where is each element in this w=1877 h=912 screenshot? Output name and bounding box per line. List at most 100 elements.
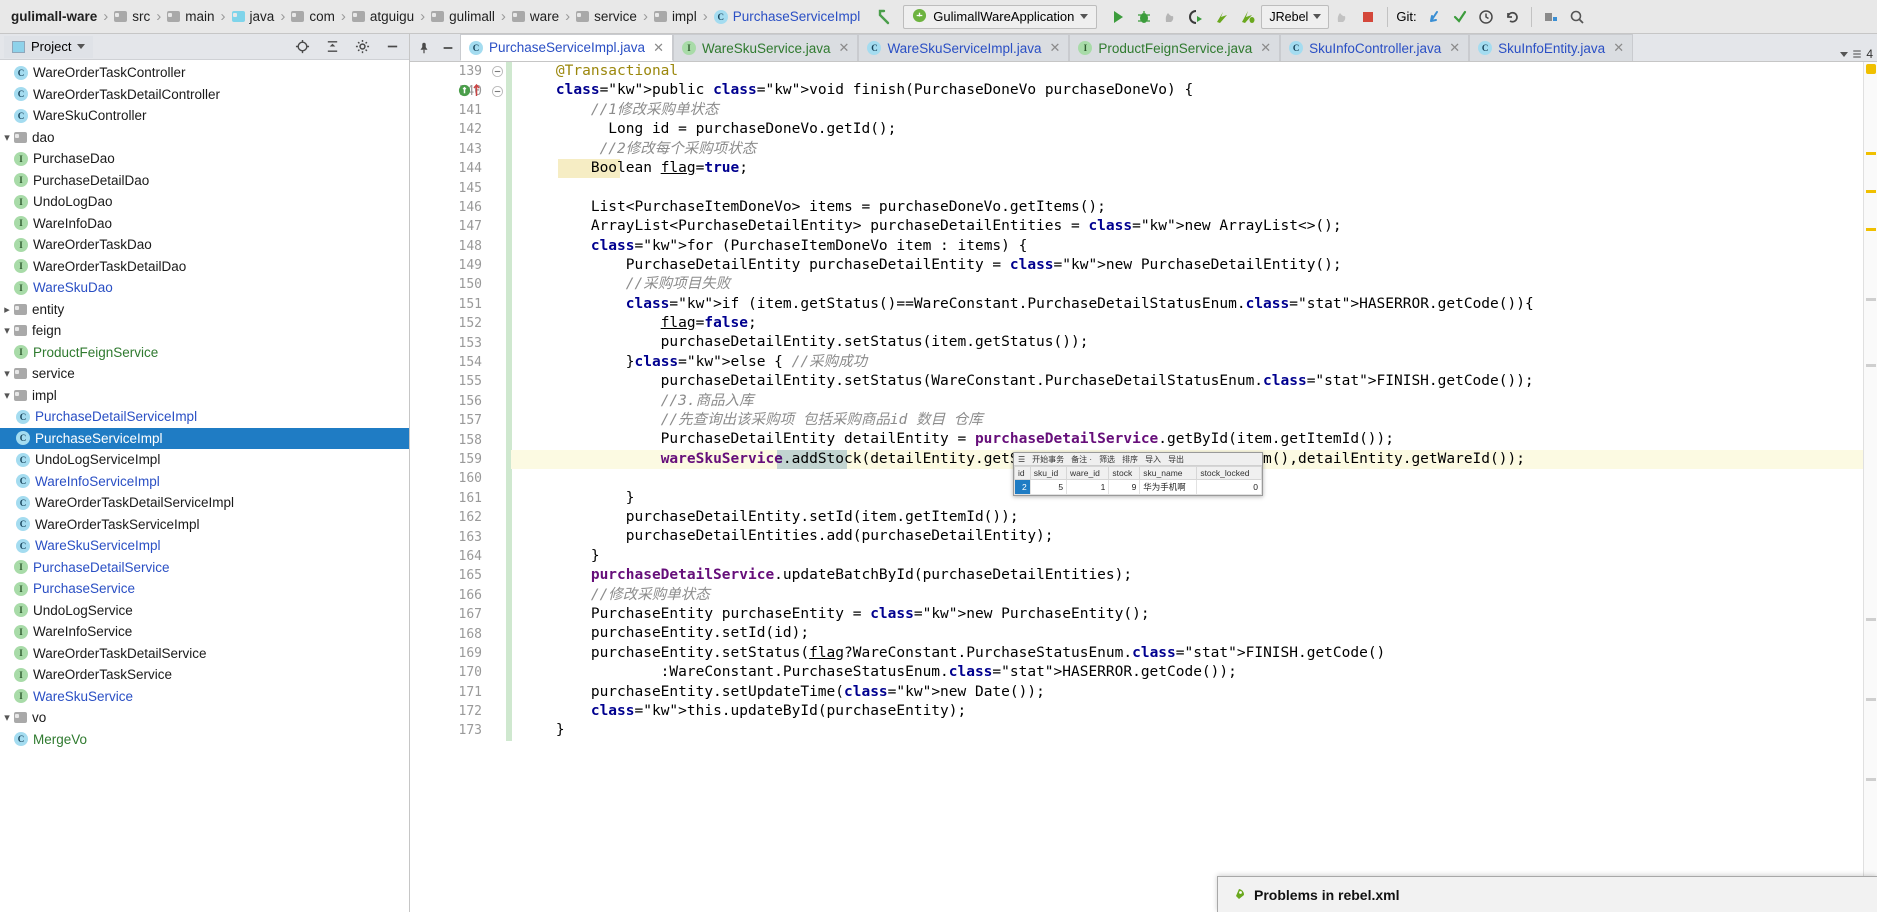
navigate-back-icon[interactable]	[871, 5, 897, 29]
project-view-tab[interactable]: Project	[4, 35, 94, 58]
code-line[interactable]: purchaseDetailService.updateBatchById(pu…	[511, 566, 1863, 585]
code-line[interactable]	[511, 178, 1863, 197]
tree-item[interactable]: C WareSkuServiceImpl	[0, 535, 409, 557]
project-tree[interactable]: C WareOrderTaskController C WareOrderTaskDe…	[0, 60, 409, 912]
breadcrumb-item-java[interactable]: java	[227, 4, 280, 30]
breadcrumb-item-ware[interactable]: ware	[507, 4, 564, 30]
line-number[interactable]: 166	[410, 586, 488, 605]
code-line[interactable]: //采购项目失败	[511, 275, 1863, 294]
tree-item[interactable]: I UndoLogService	[0, 600, 409, 622]
pin-tab-button[interactable]	[412, 35, 436, 61]
code-line[interactable]: PurchaseEntity purchaseEntity = class="k…	[511, 605, 1863, 624]
project-structure-button[interactable]	[1538, 5, 1564, 29]
gutter-marker-group[interactable]	[458, 83, 481, 100]
tree-item[interactable]: I WareInfoService	[0, 621, 409, 643]
code-line[interactable]: purchaseDetailEntity.setId(item.getItemI…	[511, 508, 1863, 527]
tree-item-selected[interactable]: C PurchaseServiceImpl	[0, 427, 409, 449]
line-number[interactable]: 167	[410, 605, 488, 624]
database-result-popup[interactable]: ☰ 开始事务 备注 · 筛选 排序 导入 导出 id sku_id ware_id s…	[1013, 452, 1263, 496]
tree-item[interactable]: C UndoLogServiceImpl	[0, 449, 409, 471]
code-line[interactable]: flag=false;	[511, 314, 1863, 333]
code-line[interactable]: purchaseDetailEntity.setStatus(item.getS…	[511, 333, 1863, 352]
line-number[interactable]: 165	[410, 566, 488, 585]
git-commit-button[interactable]	[1447, 5, 1473, 29]
editor-tab-wareskuservice[interactable]: I WareSkuService.java ✕	[672, 34, 859, 61]
tree-item[interactable]: I WareSkuDao	[0, 277, 409, 299]
code-line[interactable]: Long id = purchaseDoneVo.getId();	[511, 120, 1863, 139]
db-column-header[interactable]: sku_name	[1139, 466, 1198, 480]
code-line[interactable]: //修改采购单状态	[511, 586, 1863, 605]
tree-item[interactable]: I WareSkuService	[0, 686, 409, 708]
close-icon[interactable]: ✕	[653, 40, 664, 56]
code-line[interactable]: //3.商品入库	[511, 392, 1863, 411]
git-update-project-button[interactable]	[1421, 5, 1447, 29]
code-line[interactable]: purchaseEntity.setId(id);	[511, 624, 1863, 643]
code-line[interactable]: ArrayList<PurchaseDetailEntity> purchase…	[511, 217, 1863, 236]
tree-item[interactable]: I WareOrderTaskDetailDao	[0, 256, 409, 278]
db-table-body[interactable]: 2 5 1 9 华为手机啊 0	[1014, 479, 1262, 495]
code-fold-toggle[interactable]	[488, 62, 506, 81]
db-sort-button[interactable]: 排序	[1122, 454, 1138, 465]
db-menu-icon[interactable]: ☰	[1018, 455, 1025, 464]
db-column-header[interactable]: stock_locked	[1196, 466, 1262, 480]
line-number[interactable]: 171	[410, 683, 488, 702]
code-line[interactable]: class="kw">this.updateById(purchaseEntit…	[511, 702, 1863, 721]
db-cell-stock_locked[interactable]: 0	[1196, 479, 1262, 495]
line-number[interactable]: 164	[410, 547, 488, 566]
chevron-down-icon[interactable]: ▾	[0, 367, 14, 380]
chevron-down-icon[interactable]	[1080, 14, 1089, 19]
run-configuration-selector[interactable]: GulimallWareApplication	[903, 4, 1098, 29]
db-result-table[interactable]: id sku_id ware_id stock sku_name stock_locked…	[1014, 466, 1262, 495]
line-number[interactable]: 152	[410, 314, 488, 333]
tree-item[interactable]: ▾ vo	[0, 707, 409, 729]
tree-item[interactable]: I ProductFeignService	[0, 342, 409, 364]
stop-button[interactable]	[1355, 5, 1381, 29]
code-line[interactable]: class="kw">public class="kw">void finish…	[511, 81, 1863, 100]
git-rollback-button[interactable]	[1499, 5, 1525, 29]
tree-item[interactable]: I WareOrderTaskDetailService	[0, 643, 409, 665]
db-cell-id[interactable]: 2	[1014, 479, 1031, 495]
info-stripe[interactable]	[1866, 364, 1876, 367]
info-stripe[interactable]	[1866, 618, 1876, 621]
debug-button[interactable]	[1131, 5, 1157, 29]
line-number[interactable]: 173	[410, 721, 488, 740]
line-number[interactable]: 147	[410, 217, 488, 236]
code-line[interactable]: purchaseEntity.setStatus(flag?WareConsta…	[511, 644, 1863, 663]
tree-item[interactable]: ▸ entity	[0, 299, 409, 321]
tree-item[interactable]: C WareInfoServiceImpl	[0, 471, 409, 493]
editor-tab-skuinfoentity[interactable]: C SkuInfoEntity.java ✕	[1469, 34, 1634, 61]
tree-item[interactable]: I PurchaseDao	[0, 148, 409, 170]
tree-item[interactable]: C WareOrderTaskDetailServiceImpl	[0, 492, 409, 514]
line-number[interactable]: 142	[410, 120, 488, 139]
code-line[interactable]: //先查询出该采购项 包括采购商品id 数目 仓库	[511, 411, 1863, 430]
code-line[interactable]: class="kw">if (item.getStatus()==WareCon…	[511, 295, 1863, 314]
info-stripe[interactable]	[1866, 778, 1876, 781]
close-icon[interactable]: ✕	[839, 40, 850, 56]
profile-button[interactable]	[1183, 5, 1209, 29]
line-number[interactable]: 160	[410, 469, 488, 488]
jrebel-selector[interactable]: JRebel	[1261, 4, 1330, 29]
code-line[interactable]: PurchaseDetailEntity purchaseDetailEntit…	[511, 256, 1863, 275]
line-number[interactable]: 155	[410, 372, 488, 391]
jrebel-run-button[interactable]	[1209, 5, 1235, 29]
tree-item[interactable]: ▾ dao	[0, 127, 409, 149]
breadcrumb-item-com[interactable]: com	[286, 4, 340, 30]
chevron-down-icon[interactable]	[1840, 51, 1849, 57]
breadcrumb-item-purchaseserviceimpl[interactable]: C PurchaseServiceImpl	[709, 4, 866, 30]
code-line[interactable]: @Transactional	[511, 62, 1863, 81]
line-number[interactable]: 170	[410, 663, 488, 682]
warning-stripe[interactable]	[1866, 190, 1876, 193]
line-number[interactable]: 161	[410, 489, 488, 508]
tree-item[interactable]: C WareOrderTaskController	[0, 62, 409, 84]
code-line[interactable]: }	[511, 547, 1863, 566]
warning-stripe[interactable]	[1866, 228, 1876, 231]
tree-item[interactable]: C WareOrderTaskServiceImpl	[0, 514, 409, 536]
tree-item[interactable]: I UndoLogDao	[0, 191, 409, 213]
line-number-gutter[interactable]: 139 140 141 142 143 144 145 146 147 148 149 150 151 1…	[410, 62, 488, 912]
close-icon[interactable]: ✕	[1260, 40, 1271, 56]
db-cell-sku_id[interactable]: 5	[1029, 479, 1068, 495]
collapse-all-button[interactable]	[319, 36, 345, 58]
code-line[interactable]: Boolean flag=true;	[511, 159, 1863, 178]
code-folding-gutter[interactable]	[488, 62, 506, 912]
warning-stripe[interactable]	[1866, 152, 1876, 155]
